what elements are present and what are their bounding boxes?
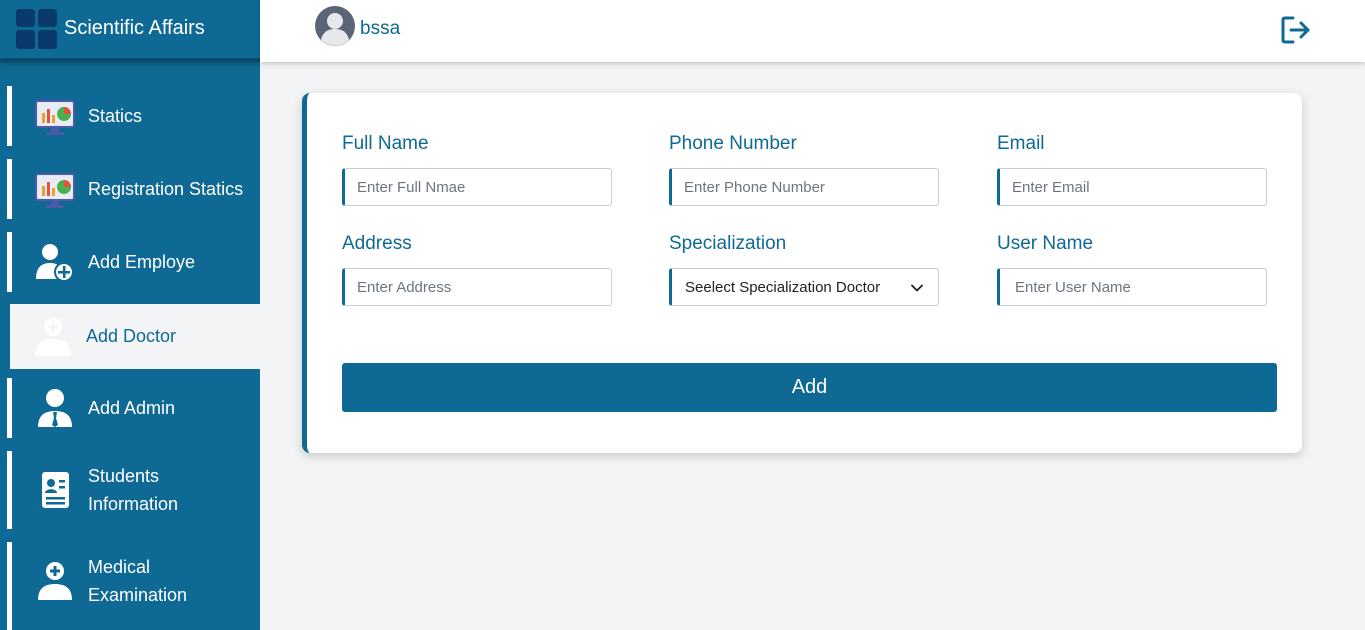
sidebar-item-label: Add Doctor [86,326,177,346]
brand-title: Scientific Affairs [64,17,205,39]
top-bar: bssa [260,0,1365,62]
user-name-input[interactable] [997,268,1267,306]
add-doctor-form-card: Full Name Phone Number Email Address Spe… [302,93,1302,453]
full-name-label: Full Name [342,133,429,154]
email-input[interactable] [997,168,1267,206]
sidebar-item-label: Add Employe [88,252,196,272]
sidebar-item-registration-statics[interactable]: Registration Statics [7,159,260,219]
email-label: Email [997,133,1045,154]
sidebar-item-students-information[interactable]: Students Information [7,451,260,529]
add-button[interactable]: Add [342,363,1277,412]
sidebar-item-label-line2: Examination [88,585,188,605]
specialization-selected-value: Seelect Specialization Doctor [685,279,881,296]
username: bssa [360,18,401,39]
logout-icon[interactable] [1280,15,1312,45]
doctor-icon [35,318,71,356]
sidebar-item-label: Add Admin [88,398,176,418]
sidebar-item-label-line1: Students [88,466,160,486]
admin-icon [38,389,72,427]
sidebar-item-statics[interactable]: Statics [7,86,260,146]
sidebar-item-add-employe[interactable]: Add Employe [7,232,260,292]
phone-number-input[interactable] [669,168,939,206]
sidebar-item-add-doctor[interactable]: Add Doctor [5,304,260,369]
statistics-monitor-icon [35,173,75,208]
address-input[interactable] [342,268,612,306]
sidebar-item-add-admin[interactable]: Add Admin [7,378,260,438]
phone-number-label: Phone Number [669,133,797,154]
statistics-monitor-icon [35,100,75,135]
id-card-icon [42,472,69,508]
user-avatar-icon[interactable] [315,6,355,46]
grid-logo-icon [16,9,57,49]
add-user-icon [36,244,74,282]
sidebar-item-label-line2: Information [88,494,179,514]
sidebar-item-medical-examination[interactable]: Medical Examination [7,542,260,630]
chevron-down-icon [911,284,923,292]
full-name-input[interactable] [342,168,612,206]
address-label: Address [342,233,412,254]
brand-header: Scientific Affairs [0,0,260,62]
medical-user-icon [38,562,72,600]
specialization-select[interactable]: Seelect Specialization Doctor [669,268,939,306]
user-name-label: User Name [997,233,1094,254]
sidebar-item-label: Statics [88,106,143,126]
sidebar-item-label-line1: Medical [88,557,151,577]
sidebar: Scientific Affairs Statics Registration … [0,0,260,630]
sidebar-item-label: Registration Statics [88,179,244,199]
specialization-label: Specialization [669,233,787,254]
